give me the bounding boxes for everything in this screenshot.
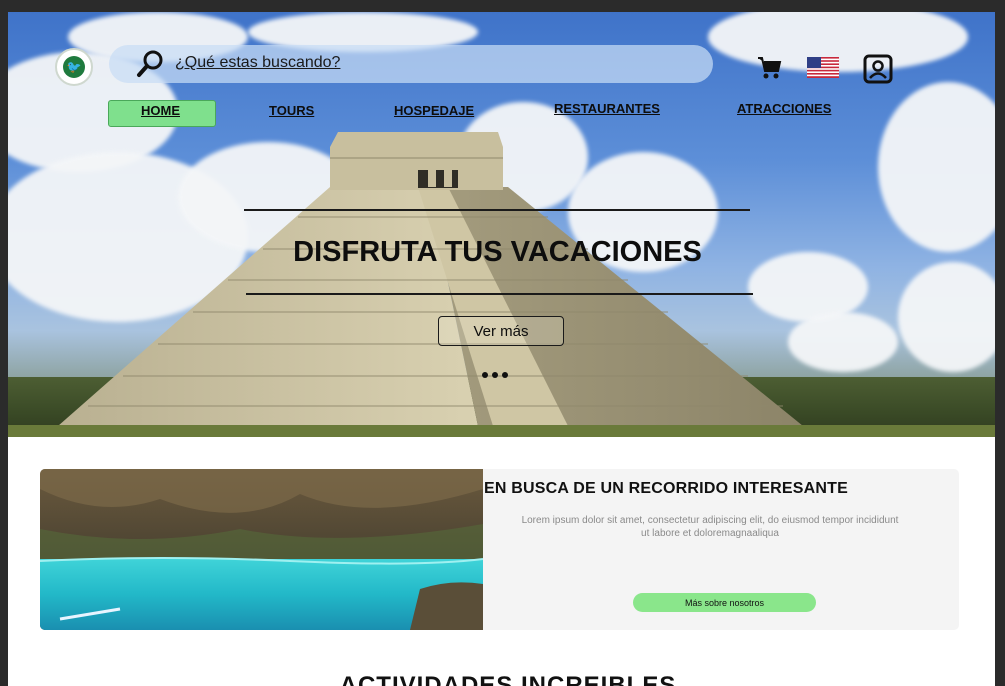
nav-item-home[interactable]: HOME — [141, 103, 180, 118]
mas-sobre-nosotros-button[interactable]: Más sobre nosotros — [633, 593, 816, 612]
divider-top — [244, 209, 750, 211]
page-frame: 🐦 ¿Qué estas buscando? HOME TOURS HOSPED… — [8, 12, 995, 686]
carousel-dot[interactable] — [482, 372, 488, 378]
search-input[interactable]: ¿Qué estas buscando? — [175, 54, 340, 72]
divider-bottom — [246, 293, 753, 295]
carousel-dot[interactable] — [502, 372, 508, 378]
carousel-dots[interactable] — [482, 372, 508, 378]
carousel-dot[interactable] — [492, 372, 498, 378]
grass — [8, 425, 995, 437]
cenote-image — [40, 469, 483, 630]
feature-body: Lorem ipsum dolor sit amet, consectetur … — [521, 515, 899, 539]
nav-item-restaurantes[interactable]: RESTAURANTES — [554, 101, 660, 116]
nav-item-atracciones[interactable]: ATRACCIONES — [737, 101, 831, 116]
cart-icon[interactable] — [756, 55, 782, 81]
us-flag-icon[interactable] — [807, 57, 839, 78]
search-icon[interactable] — [136, 50, 164, 78]
logo[interactable]: 🐦 — [55, 48, 93, 86]
feature-title: EN BUSCA DE UN RECORRIDO INTERESANTE — [484, 480, 848, 497]
ver-mas-button[interactable]: Ver más — [438, 316, 564, 346]
user-icon[interactable] — [863, 54, 893, 84]
activities-section-title: ACTIVIDADES INCREIBLES — [339, 672, 677, 686]
nav-item-hospedaje[interactable]: HOSPEDAJE — [394, 103, 474, 118]
hero-title: DISFRUTA TUS VACACIONES — [293, 236, 702, 268]
nav-item-tours[interactable]: TOURS — [269, 103, 314, 118]
logo-icon: 🐦 — [63, 56, 85, 78]
